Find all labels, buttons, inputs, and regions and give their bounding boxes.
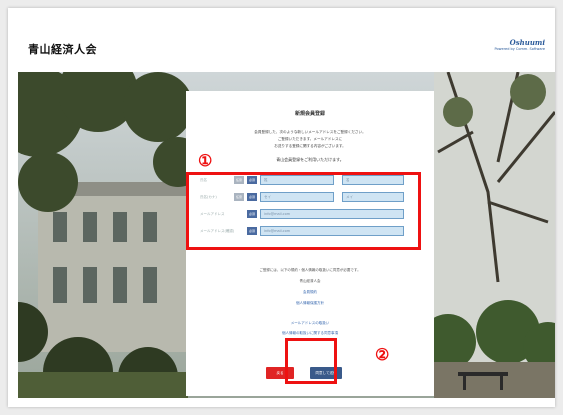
brand-logo[interactable]: Oshuumi Powered by Comm. Software bbox=[495, 38, 545, 51]
required-badge: 必須 bbox=[247, 193, 257, 201]
email-confirm-row: メールアドレス(確認) 必須 bbox=[200, 226, 420, 238]
intro-line: お送りする登録に関する内容がございます。 bbox=[274, 144, 346, 148]
email-label: メールアドレス bbox=[200, 212, 225, 216]
page: 青山経済人会 Oshuumi Powered by Comm. Software bbox=[8, 8, 555, 407]
consent-link[interactable]: 個人情報の取扱いに関する同意事項 bbox=[186, 331, 434, 336]
last-name-input[interactable] bbox=[260, 175, 334, 185]
form-notice: 青山会員登録をご利用いただけます。 bbox=[276, 157, 344, 162]
back-button[interactable]: 戻る bbox=[266, 367, 294, 379]
required-badge: 必須 bbox=[247, 227, 257, 235]
email-policy-link[interactable]: メールアドレスの取扱い bbox=[186, 321, 434, 326]
optional-badge: 任意 bbox=[234, 193, 244, 201]
email-confirm-input[interactable] bbox=[260, 226, 404, 236]
intro-line: 会員登録した、次のような新しいメールアドレスをご登録ください。 bbox=[254, 130, 366, 134]
terms-heading: 青山経済人会 bbox=[299, 279, 321, 283]
site-title: 青山経済人会 bbox=[28, 43, 97, 56]
first-name-kana-input[interactable] bbox=[342, 192, 404, 202]
email-row: メールアドレス 必須 bbox=[200, 209, 420, 221]
intro-line: ご登録いただきます。メールアドレスに bbox=[277, 137, 343, 141]
form-intro: 会員登録した、次のような新しいメールアドレスをご登録ください。 ご登録いただきま… bbox=[206, 129, 414, 150]
consent-text: ご登録には、以下の規約・個人情報の取扱いに同意が必要です。 bbox=[259, 268, 361, 272]
annotation-number-1: ① bbox=[198, 151, 213, 170]
required-badge: 必須 bbox=[247, 176, 257, 184]
first-name-input[interactable] bbox=[342, 175, 404, 185]
privacy-link[interactable]: 個人情報保護方針 bbox=[186, 301, 434, 306]
kana-row: 氏名(カナ) 任意 必須 bbox=[200, 192, 420, 204]
email-confirm-label: メールアドレス(確認) bbox=[200, 229, 235, 233]
terms-link[interactable]: 会員規約 bbox=[186, 290, 434, 295]
annotation-number-2: ② bbox=[375, 345, 390, 364]
agree-submit-button[interactable]: 同意して送信 bbox=[310, 367, 342, 379]
registration-form-card: 新規会員登録 会員登録した、次のような新しいメールアドレスをご登録ください。 ご… bbox=[186, 91, 434, 396]
brand-name: Oshuumi bbox=[509, 38, 545, 47]
required-badge: 必須 bbox=[247, 210, 257, 218]
name-row: 氏名 任意 必須 bbox=[200, 175, 420, 187]
brand-tagline: Powered by Comm. Software bbox=[494, 47, 545, 51]
form-title: 新規会員登録 bbox=[294, 111, 325, 117]
hero-background: 新規会員登録 会員登録した、次のような新しいメールアドレスをご登録ください。 ご… bbox=[18, 72, 555, 398]
email-input[interactable] bbox=[260, 209, 404, 219]
last-name-kana-input[interactable] bbox=[260, 192, 334, 202]
optional-badge: 任意 bbox=[234, 176, 244, 184]
